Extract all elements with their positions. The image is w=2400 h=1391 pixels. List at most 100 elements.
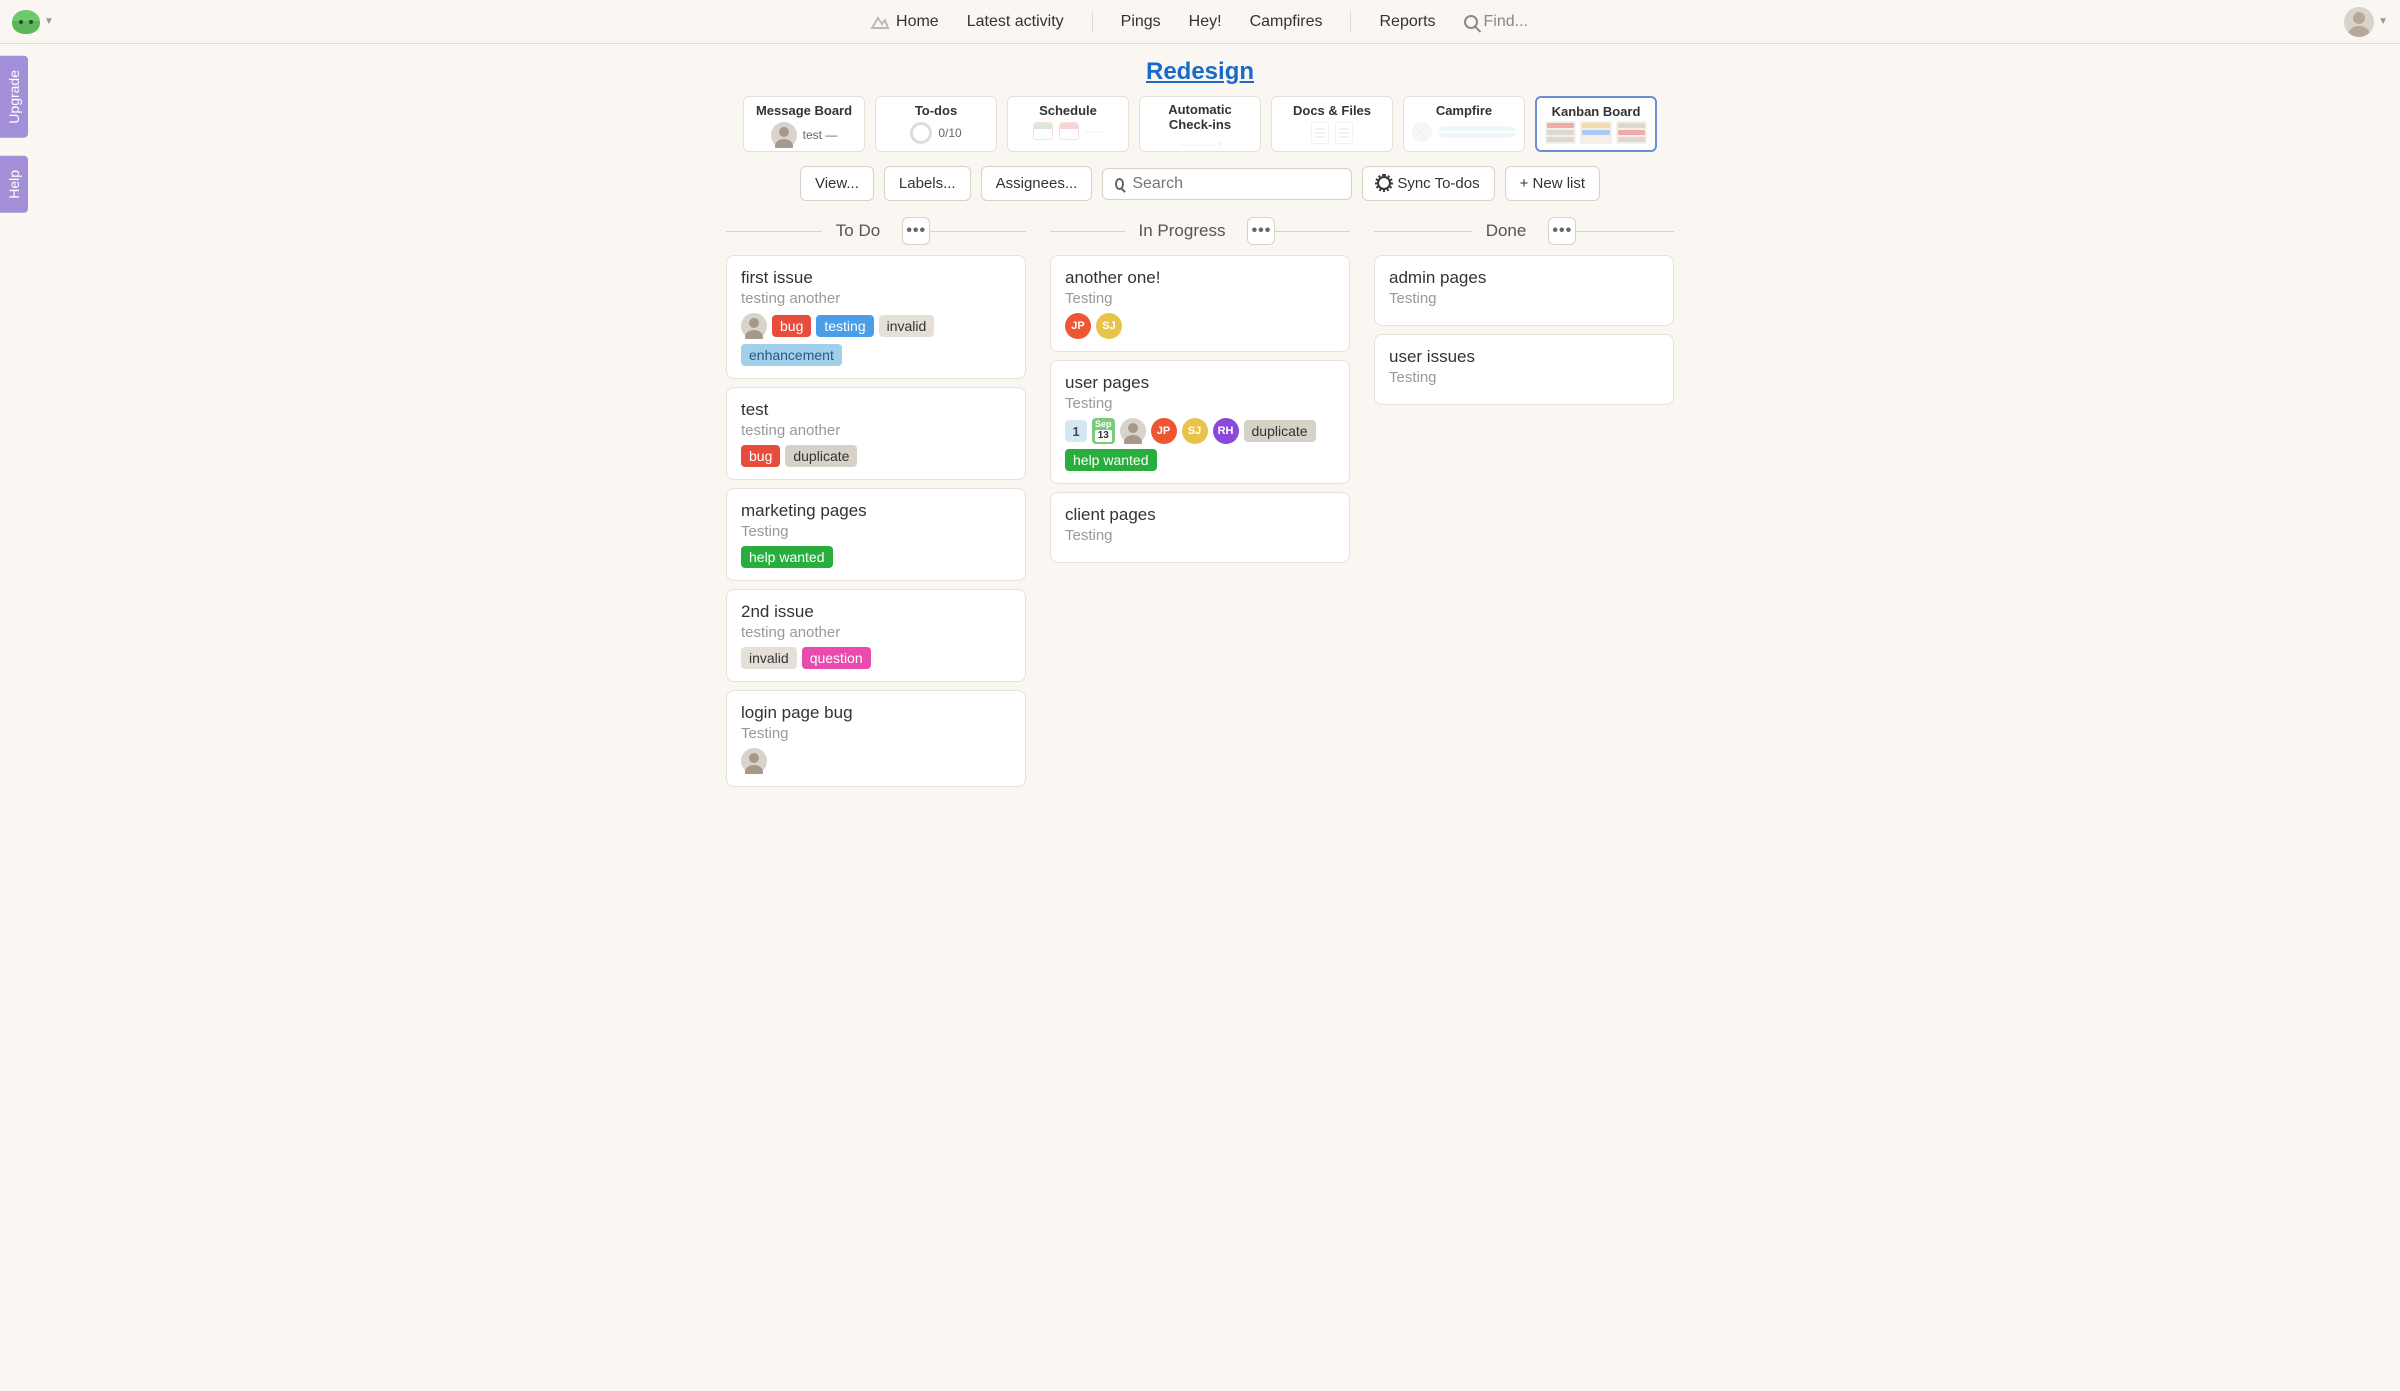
date-month: Sep	[1095, 420, 1112, 429]
nav-hey-label: Hey!	[1189, 13, 1222, 31]
card-meta: invalidquestion	[741, 647, 1011, 669]
card-subtitle: Testing	[1389, 369, 1659, 386]
card-subtitle: Testing	[1065, 290, 1335, 307]
card-label: enhancement	[741, 344, 842, 366]
tool-kanban[interactable]: Kanban Board	[1535, 96, 1657, 152]
tool-todos[interactable]: To-dos 0/10	[875, 96, 997, 152]
kanban-card[interactable]: admin pagesTesting	[1374, 255, 1674, 326]
calendar-icon	[1033, 122, 1053, 140]
column-header: In Progress •••	[1050, 217, 1350, 245]
campfire-icon	[1412, 122, 1432, 142]
kanban-thumb-icon	[1545, 121, 1647, 144]
card-subtitle: Testing	[1065, 395, 1335, 412]
board-column: To Do ••• first issuetesting anotherbugtes…	[726, 217, 1026, 795]
kanban-card[interactable]: marketing pagesTestinghelp wanted	[726, 488, 1026, 581]
tool-title: To-dos	[915, 103, 957, 118]
project-title: Redesign	[0, 58, 2400, 86]
card-label: help wanted	[741, 546, 833, 568]
nav-reports-label: Reports	[1379, 13, 1435, 31]
tool-checkins[interactable]: Automatic Check-ins ～～～～ ?	[1139, 96, 1261, 152]
kanban-card[interactable]: testtesting anotherbugduplicate	[726, 387, 1026, 480]
nav-home[interactable]: Home	[870, 13, 939, 31]
card-title: admin pages	[1389, 268, 1659, 288]
wavy-icon: ～～	[1085, 124, 1103, 139]
nav-hey[interactable]: Hey!	[1189, 13, 1222, 31]
calendar-icon	[1059, 122, 1079, 140]
card-label: question	[802, 647, 871, 669]
kanban-card[interactable]: another one! Testing JPSJ	[1050, 255, 1350, 352]
search-wrap[interactable]	[1102, 168, 1352, 200]
nav-campfires[interactable]: Campfires	[1250, 13, 1323, 31]
sync-button[interactable]: Sync To-dos	[1362, 166, 1494, 201]
assignees-button[interactable]: Assignees...	[981, 166, 1093, 201]
comment-count-badge: 1	[1065, 420, 1087, 442]
kanban-card[interactable]: user pages Testing 1 Sep13 JPSJRHduplicate he…	[1050, 360, 1350, 484]
date-day: 13	[1095, 430, 1112, 442]
kanban-board: To Do ••• first issuetesting anotherbugtes…	[0, 217, 2400, 835]
nav-find[interactable]: Find...	[1464, 13, 1528, 31]
nav-home-label: Home	[896, 13, 939, 31]
assignee-avatar: JP	[1065, 313, 1091, 339]
nav-latest[interactable]: Latest activity	[967, 13, 1064, 31]
card-meta	[741, 748, 1011, 774]
column-header: To Do •••	[726, 217, 1026, 245]
kanban-card[interactable]: user issuesTesting	[1374, 334, 1674, 405]
kanban-card[interactable]: 2nd issuetesting anotherinvalidquestion	[726, 589, 1026, 682]
tool-campfire[interactable]: Campfire	[1403, 96, 1525, 152]
project-title-link[interactable]: Redesign	[1146, 58, 1254, 85]
tool-message-board[interactable]: Message Board test —	[743, 96, 865, 152]
column-title: In Progress	[1125, 221, 1240, 241]
card-title: first issue	[741, 268, 1011, 288]
new-list-button[interactable]: + New list	[1505, 166, 1600, 201]
card-label: duplicate	[785, 445, 857, 467]
nav-user[interactable]: ▼	[2344, 7, 2388, 37]
nav-campfires-label: Campfires	[1250, 13, 1323, 31]
sync-label: Sync To-dos	[1397, 175, 1479, 192]
board-toolbar: View... Labels... Assignees... Sync To-d…	[0, 166, 2400, 201]
card-label: help wanted	[1065, 449, 1157, 471]
labels-button[interactable]: Labels...	[884, 166, 971, 201]
nav-divider	[1092, 11, 1093, 33]
nav-pings-label: Pings	[1121, 13, 1161, 31]
search-input[interactable]	[1132, 175, 1339, 193]
chat-lines-icon	[1438, 126, 1516, 138]
kanban-card[interactable]: first issuetesting anotherbugtestinginva…	[726, 255, 1026, 379]
assignee-avatar: SJ	[1096, 313, 1122, 339]
assignee-avatar: SJ	[1182, 418, 1208, 444]
tool-title: Schedule	[1039, 103, 1097, 118]
nav-reports[interactable]: Reports	[1379, 13, 1435, 31]
card-title: another one!	[1065, 268, 1335, 288]
column-menu-button[interactable]: •••	[902, 217, 930, 245]
logo-wrap[interactable]: ▼	[12, 10, 54, 34]
user-avatar-icon	[2344, 7, 2374, 37]
kanban-card[interactable]: client pagesTesting	[1050, 492, 1350, 563]
chevron-down-icon: ▼	[2378, 16, 2388, 27]
search-icon	[1464, 15, 1478, 29]
card-title: client pages	[1065, 505, 1335, 525]
assignee-avatar: RH	[1213, 418, 1239, 444]
card-meta: JPSJ	[1065, 313, 1335, 339]
nav-divider	[1350, 11, 1351, 33]
column-menu-button[interactable]: •••	[1247, 217, 1275, 245]
card-label: duplicate	[1244, 420, 1316, 442]
card-title: user pages	[1065, 373, 1335, 393]
tools-row: Message Board test — To-dos 0/10 Schedul…	[0, 96, 2400, 152]
assignee-avatar	[741, 748, 767, 774]
basecamp-logo-icon	[12, 10, 40, 34]
side-tab-help[interactable]: Help	[0, 156, 28, 213]
assignee-avatar: JP	[1151, 418, 1177, 444]
column-title: To Do	[822, 221, 894, 241]
card-title: login page bug	[741, 703, 1011, 723]
tool-docs[interactable]: Docs & Files	[1271, 96, 1393, 152]
side-tab-upgrade[interactable]: Upgrade	[0, 56, 28, 138]
column-menu-button[interactable]: •••	[1548, 217, 1576, 245]
wavy-icon: ～～～～ ?	[1179, 137, 1222, 152]
kanban-card[interactable]: login page bugTesting	[726, 690, 1026, 787]
card-label: bug	[772, 315, 811, 337]
nav-pings[interactable]: Pings	[1121, 13, 1161, 31]
assignee-avatar	[741, 313, 767, 339]
view-button[interactable]: View...	[800, 166, 874, 201]
nav-find-label: Find...	[1484, 13, 1528, 31]
card-meta: bugduplicate	[741, 445, 1011, 467]
tool-schedule[interactable]: Schedule ～～	[1007, 96, 1129, 152]
